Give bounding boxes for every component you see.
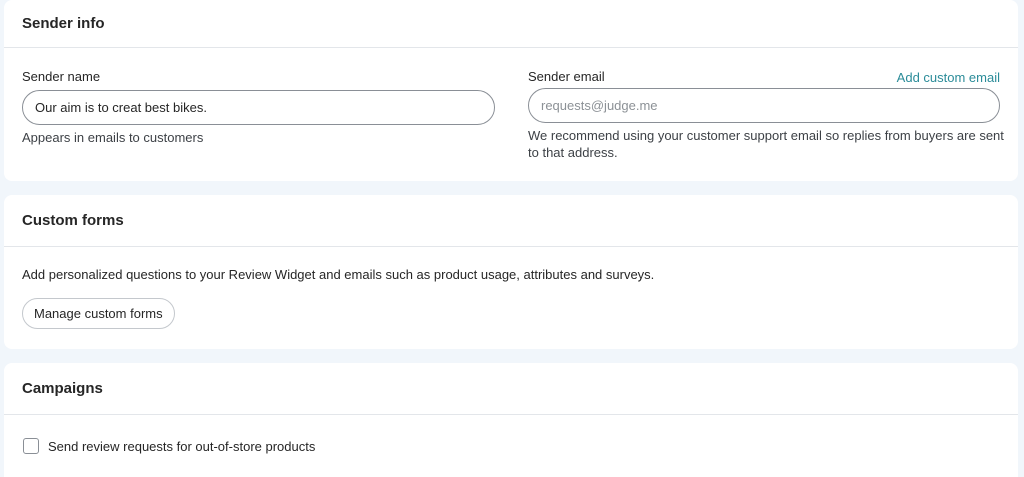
- sender-info-title: Sender info: [4, 0, 1018, 48]
- out-of-store-checkbox-label[interactable]: Send review requests for out-of-store pr…: [48, 439, 315, 454]
- custom-forms-description: Add personalized questions to your Revie…: [22, 267, 655, 282]
- sender-email-label: Sender email: [528, 69, 605, 84]
- sender-email-help: We recommend using your customer support…: [528, 127, 1004, 161]
- out-of-store-checkbox[interactable]: [23, 438, 39, 454]
- out-of-store-checkbox-row[interactable]: Send review requests for out-of-store pr…: [23, 438, 315, 454]
- campaigns-card: Campaigns Send review requests for out-o…: [4, 363, 1018, 477]
- sender-info-card: Sender info Sender name Appears in email…: [4, 0, 1018, 181]
- sender-email-help-line-2: to that address.: [528, 145, 618, 160]
- custom-forms-title: Custom forms: [4, 195, 1018, 247]
- manage-custom-forms-button[interactable]: Manage custom forms: [22, 298, 175, 329]
- sender-name-label: Sender name: [22, 69, 101, 84]
- campaigns-title: Campaigns: [4, 363, 1018, 415]
- sender-name-input[interactable]: [22, 90, 495, 125]
- custom-forms-card: Custom forms Add personalized questions …: [4, 195, 1018, 349]
- sender-name-help: Appears in emails to customers: [22, 130, 204, 145]
- sender-email-help-line-1: We recommend using your customer support…: [528, 128, 1004, 143]
- sender-email-input[interactable]: [528, 88, 1000, 123]
- add-custom-email-link[interactable]: Add custom email: [897, 70, 1000, 85]
